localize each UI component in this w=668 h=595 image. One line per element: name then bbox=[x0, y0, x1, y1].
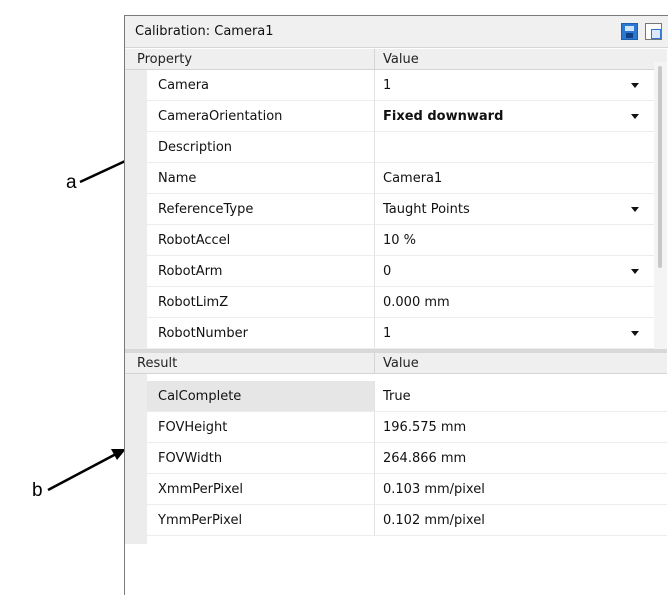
save-icon[interactable] bbox=[621, 23, 638, 40]
property-column-header[interactable]: Property bbox=[137, 52, 192, 67]
result-grid-header: Result Value bbox=[125, 353, 667, 374]
property-grid-scrollbar[interactable] bbox=[654, 62, 667, 352]
result-rows: CalComplete True FOVHeight 196.575 mm FOVWid… bbox=[125, 381, 667, 541]
scrollbar-thumb[interactable] bbox=[658, 66, 662, 268]
dropdown-arrow-icon[interactable] bbox=[631, 269, 639, 274]
result-name: XmmPerPixel bbox=[158, 482, 244, 497]
property-row-robotnumber[interactable]: RobotNumber 1 bbox=[147, 318, 667, 349]
dropdown-arrow-icon[interactable] bbox=[631, 331, 639, 336]
result-grid: Result Value CalComplete True FOVHeight 196… bbox=[125, 353, 667, 593]
property-name: Description bbox=[158, 140, 233, 155]
property-row-referencetype[interactable]: ReferenceType Taught Points bbox=[147, 194, 667, 225]
dropdown-arrow-icon[interactable] bbox=[631, 114, 639, 119]
result-row-calcomplete[interactable]: CalComplete True bbox=[147, 381, 667, 412]
result-name: FOVHeight bbox=[158, 420, 228, 435]
result-value: 0.102 mm/pixel bbox=[383, 513, 485, 528]
panel-title: Calibration: Camera1 bbox=[135, 24, 274, 39]
property-row-robotarm[interactable]: RobotArm 0 bbox=[147, 256, 667, 287]
property-grid: Camera 1 CameraOrientation Fixed downward De… bbox=[125, 70, 667, 352]
property-value[interactable]: Fixed downward bbox=[383, 101, 503, 132]
property-name: CameraOrientation bbox=[158, 109, 283, 124]
result-value: 0.103 mm/pixel bbox=[383, 482, 485, 497]
result-value: 196.575 mm bbox=[383, 420, 467, 435]
dropdown-arrow-icon[interactable] bbox=[631, 83, 639, 88]
property-name: Name bbox=[158, 171, 197, 186]
result-value: True bbox=[383, 389, 411, 404]
result-row-ymmperpixel[interactable]: YmmPerPixel 0.102 mm/pixel bbox=[147, 505, 667, 536]
property-value[interactable]: 0.000 mm bbox=[383, 287, 450, 318]
property-name: RobotLimZ bbox=[158, 295, 229, 310]
result-row-fovwidth[interactable]: FOVWidth 264.866 mm bbox=[147, 443, 667, 474]
copy-icon[interactable] bbox=[645, 23, 662, 40]
property-row-robotlimz[interactable]: RobotLimZ 0.000 mm bbox=[147, 287, 667, 318]
property-row-description[interactable]: Description bbox=[147, 132, 667, 163]
calibration-panel: Calibration: Camera1 Property Value Came… bbox=[124, 15, 668, 595]
result-name: FOVWidth bbox=[158, 451, 223, 466]
result-row-fovheight[interactable]: FOVHeight 196.575 mm bbox=[147, 412, 667, 443]
property-name: ReferenceType bbox=[158, 202, 254, 217]
callout-letter-b: b bbox=[32, 480, 43, 501]
property-value[interactable]: Camera1 bbox=[383, 163, 442, 194]
result-value: 264.866 mm bbox=[383, 451, 467, 466]
result-value-column-header[interactable]: Value bbox=[383, 356, 419, 371]
property-row-camera[interactable]: Camera 1 bbox=[147, 70, 667, 101]
property-value[interactable]: 1 bbox=[383, 70, 391, 101]
result-column-header[interactable]: Result bbox=[137, 356, 177, 371]
property-row-name[interactable]: Name Camera1 bbox=[147, 163, 667, 194]
property-value[interactable]: 0 bbox=[383, 256, 391, 287]
property-value[interactable]: 10 % bbox=[383, 225, 416, 256]
property-row-cameraorientation[interactable]: CameraOrientation Fixed downward bbox=[147, 101, 667, 132]
dropdown-arrow-icon[interactable] bbox=[631, 207, 639, 212]
property-value[interactable]: 1 bbox=[383, 318, 391, 349]
result-name: CalComplete bbox=[147, 381, 374, 412]
callout-arrow-b bbox=[47, 449, 126, 492]
value-column-header[interactable]: Value bbox=[383, 52, 419, 67]
panel-titlebar: Calibration: Camera1 bbox=[125, 16, 668, 48]
result-row-xmmperpixel[interactable]: XmmPerPixel 0.103 mm/pixel bbox=[147, 474, 667, 505]
property-value[interactable]: Taught Points bbox=[383, 194, 470, 225]
result-name: YmmPerPixel bbox=[158, 513, 243, 528]
property-name: RobotArm bbox=[158, 264, 223, 279]
property-name: RobotAccel bbox=[158, 233, 231, 248]
property-row-robotaccel[interactable]: RobotAccel 10 % bbox=[147, 225, 667, 256]
callout-letter-a: a bbox=[66, 172, 77, 193]
property-name: Camera bbox=[158, 78, 210, 93]
property-grid-header: Property Value bbox=[125, 49, 667, 70]
property-name: RobotNumber bbox=[158, 326, 248, 341]
